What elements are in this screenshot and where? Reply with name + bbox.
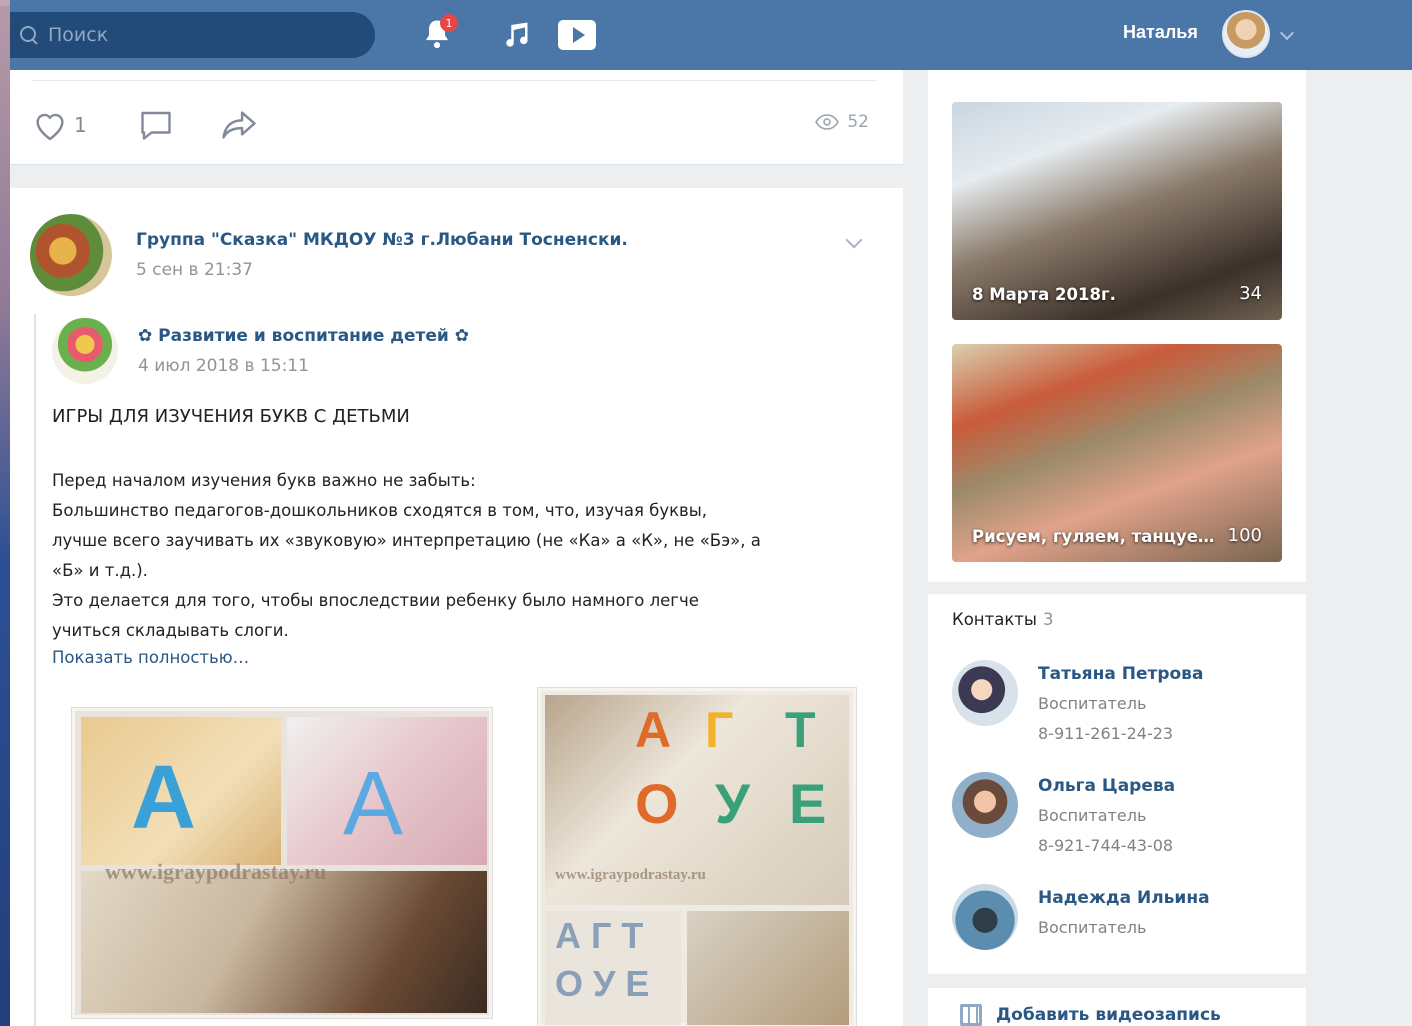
post-photo-letters-dough[interactable]: A A www.igraypodrastay.ru bbox=[72, 708, 492, 1018]
music-icon bbox=[506, 22, 528, 47]
photo-tile: А Г Т О У Е bbox=[545, 911, 681, 1025]
eye-icon bbox=[815, 114, 840, 130]
post-title: ИГРЫ ДЛЯ ИЗУЧЕНИЯ БУКВ С ДЕТЬМИ bbox=[52, 406, 410, 427]
comment-icon bbox=[141, 111, 171, 140]
contact-item[interactable]: Надежда Ильина Воспитатель bbox=[952, 884, 1292, 984]
album-photo-count: 34 bbox=[1239, 283, 1262, 304]
photo-watermark: www.igraypodrastay.ru bbox=[555, 867, 706, 883]
contact-item[interactable]: Татьяна Петрова Воспитатель 8-911-261-24… bbox=[952, 660, 1292, 760]
search-input[interactable]: Поиск bbox=[10, 12, 375, 58]
photo-letter: А bbox=[635, 702, 672, 758]
film-icon bbox=[960, 1004, 982, 1026]
contacts-card: Контакты 3 Татьяна Петрова Воспитатель 8-… bbox=[928, 594, 1306, 974]
music-button[interactable] bbox=[500, 20, 530, 54]
photo-album[interactable]: Рисуем, гуляем, танцуе… 100 bbox=[952, 344, 1282, 562]
album-photo-count: 100 bbox=[1227, 525, 1262, 546]
contact-name[interactable]: Татьяна Петрова bbox=[1038, 664, 1203, 684]
user-name[interactable]: Наталья bbox=[1123, 22, 1198, 43]
comment-button[interactable] bbox=[138, 108, 174, 142]
avatar[interactable] bbox=[952, 660, 1018, 726]
contact-name[interactable]: Надежда Ильина bbox=[1038, 888, 1210, 908]
photo-letter: Т bbox=[785, 702, 816, 758]
post-menu-chevron-icon[interactable] bbox=[845, 231, 863, 249]
add-video-button[interactable]: Добавить видеозапись bbox=[960, 1004, 1221, 1026]
search-placeholder: Поиск bbox=[48, 24, 109, 46]
contact-role: Воспитатель bbox=[1038, 694, 1147, 713]
repost-source-avatar[interactable] bbox=[52, 318, 118, 384]
group-avatar[interactable] bbox=[30, 214, 112, 296]
photo-tile: А Г Т О У Е www.igraypodrastay.ru bbox=[545, 695, 849, 905]
user-avatar[interactable] bbox=[1222, 10, 1270, 58]
photo-albums-card: 8 Марта 2018г. 34 Рисуем, гуляем, танцуе… bbox=[928, 70, 1306, 582]
photo-letter: У bbox=[715, 772, 750, 835]
post-body-line: учиться складывать слоги. bbox=[52, 621, 289, 640]
contact-role: Воспитатель bbox=[1038, 918, 1147, 937]
photo-watermark: www.igraypodrastay.ru bbox=[105, 859, 327, 884]
photo-tile bbox=[81, 871, 487, 1013]
contact-item[interactable]: Ольга Царева Воспитатель 8-921-744-43-08 bbox=[952, 772, 1292, 872]
photo-letter: Г bbox=[705, 702, 734, 758]
post-body-line: Большинство педагогов-дошкольников сходя… bbox=[52, 501, 708, 520]
contacts-title: Контакты bbox=[952, 610, 1037, 629]
post-body-line: лучше всего заучивать их «звуковую» инте… bbox=[52, 531, 761, 550]
avatar[interactable] bbox=[952, 772, 1018, 838]
post-body-line: Это делается для того, чтобы впоследстви… bbox=[52, 591, 699, 610]
slide-background-edge bbox=[0, 0, 10, 1026]
video-button[interactable] bbox=[558, 20, 596, 50]
photo-letter: Е bbox=[789, 772, 827, 835]
photo-album[interactable]: 8 Марта 2018г. 34 bbox=[952, 102, 1282, 320]
photo-letter: А Г Т bbox=[555, 915, 644, 956]
repost-indicator-bar bbox=[34, 314, 36, 1026]
add-video-label: Добавить видеозапись bbox=[996, 1005, 1221, 1025]
avatar[interactable] bbox=[952, 884, 1018, 950]
contacts-header[interactable]: Контакты 3 bbox=[952, 610, 1053, 629]
post-photo-letter-cards[interactable]: А Г Т О У Е www.igraypodrastay.ru А Г Т … bbox=[538, 688, 856, 1026]
share-icon bbox=[222, 111, 256, 139]
post-body-line: «Б» и т.д.). bbox=[52, 561, 148, 580]
notification-badge: 1 bbox=[440, 14, 458, 32]
photo-tile bbox=[687, 911, 849, 1025]
search-icon bbox=[18, 24, 40, 46]
post-body-line: Перед началом изучения букв важно не заб… bbox=[52, 471, 476, 490]
group-name-link[interactable]: Группа "Сказка" МКДОУ №3 г.Любани Тоснен… bbox=[136, 230, 628, 250]
top-header: Поиск 1 Наталья bbox=[10, 0, 1412, 70]
post-actions-bar: 1 52 bbox=[10, 70, 903, 165]
heart-icon bbox=[36, 113, 64, 141]
repost-date[interactable]: 4 июл 2018 в 15:11 bbox=[138, 356, 309, 376]
contact-phone: 8-921-744-43-08 bbox=[1038, 836, 1174, 855]
wall-post: Группа "Сказка" МКДОУ №3 г.Любани Тоснен… bbox=[10, 188, 903, 1026]
photo-letter: A bbox=[343, 754, 404, 854]
album-title: Рисуем, гуляем, танцуе… bbox=[972, 527, 1215, 546]
post-date[interactable]: 5 сен в 21:37 bbox=[136, 260, 253, 280]
repost-source-name[interactable]: ✿ Развитие и воспитание детей ✿ bbox=[138, 326, 469, 346]
like-count: 1 bbox=[74, 113, 87, 137]
photo-tile: A bbox=[81, 717, 281, 865]
share-button[interactable] bbox=[218, 108, 260, 142]
photo-letter: О bbox=[635, 772, 679, 835]
chevron-down-icon[interactable] bbox=[1279, 25, 1295, 41]
show-more-link[interactable]: Показать полностью… bbox=[52, 648, 249, 667]
notifications-button[interactable]: 1 bbox=[422, 14, 458, 54]
post-body: Перед началом изучения букв важно не заб… bbox=[52, 466, 852, 646]
like-button[interactable]: 1 bbox=[30, 108, 87, 142]
photo-tile: A bbox=[287, 717, 487, 865]
album-title: 8 Марта 2018г. bbox=[972, 285, 1116, 304]
photo-letter: A bbox=[131, 748, 196, 848]
divider bbox=[32, 80, 877, 81]
views-counter: 52 bbox=[815, 112, 869, 132]
views-count: 52 bbox=[847, 112, 869, 132]
video-card: Добавить видеозапись bbox=[928, 988, 1306, 1026]
contact-name[interactable]: Ольга Царева bbox=[1038, 776, 1175, 796]
contacts-count: 3 bbox=[1042, 610, 1054, 629]
contact-role: Воспитатель bbox=[1038, 806, 1147, 825]
contact-phone: 8-911-261-24-23 bbox=[1038, 724, 1174, 743]
photo-letter: О У Е bbox=[555, 963, 650, 1004]
